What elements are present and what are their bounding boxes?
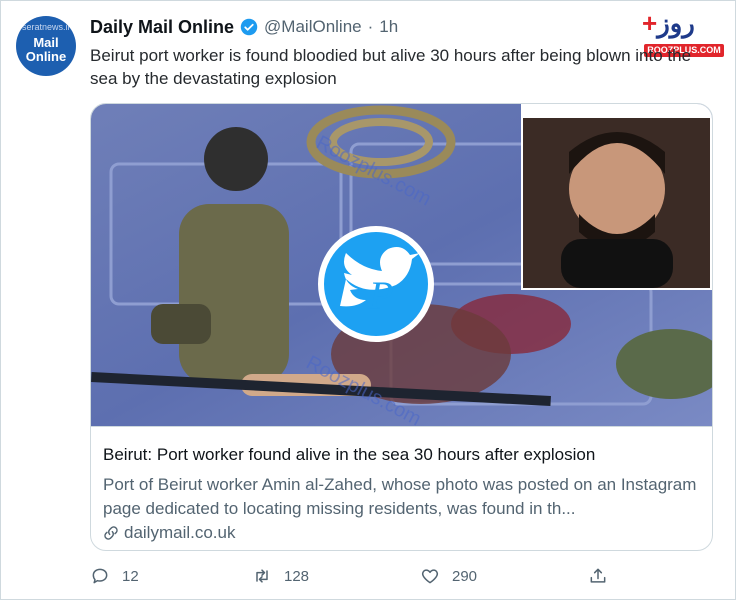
avatar-watermark: seratnews.ir — [22, 22, 71, 32]
account-handle[interactable]: @MailOnline — [264, 17, 362, 37]
share-button[interactable] — [588, 566, 608, 586]
link-icon — [104, 526, 118, 540]
verified-badge-icon — [240, 18, 258, 36]
retweet-count: 128 — [284, 567, 310, 585]
like-button[interactable]: 290 — [420, 566, 477, 586]
avatar-logo-text: Mail Online — [25, 35, 67, 64]
share-icon — [590, 568, 606, 583]
retweet-icon — [256, 569, 268, 583]
card-body[interactable]: Beirut: Port worker found alive in the s… — [91, 426, 712, 550]
card-title[interactable]: Beirut: Port worker found alive in the s… — [103, 445, 595, 465]
tweet-actions: 12 128 290 — [90, 566, 630, 590]
reply-button[interactable]: 12 — [90, 566, 139, 586]
tweet-text: Beirut port worker is found bloodied but… — [90, 46, 692, 88]
separator-dot: · — [367, 17, 374, 36]
card-link[interactable]: dailymail.co.uk — [103, 523, 236, 543]
card-description: Port of Beirut worker Amin al-Zahed, who… — [103, 475, 697, 518]
reply-count: 12 — [122, 567, 139, 585]
retweet-button[interactable]: 128 — [252, 566, 309, 586]
tweet-timestamp[interactable]: 1h — [379, 17, 398, 37]
account-name[interactable]: Daily Mail Online — [90, 17, 234, 38]
like-icon — [421, 569, 439, 584]
svg-text:P: P — [368, 273, 393, 318]
roozplus-logo-text: +روز — [642, 8, 695, 38]
card-link-domain[interactable]: dailymail.co.uk — [124, 523, 236, 543]
card-image[interactable]: P — [91, 104, 712, 426]
tweet-header: Daily Mail Online @MailOnline · 1h — [90, 16, 398, 38]
avatar[interactable]: seratnews.ir Mail Online — [16, 16, 76, 76]
reply-icon — [92, 568, 108, 584]
link-card[interactable]: P Beirut: Port worker found alive in the… — [90, 103, 713, 551]
like-count: 290 — [452, 567, 478, 585]
